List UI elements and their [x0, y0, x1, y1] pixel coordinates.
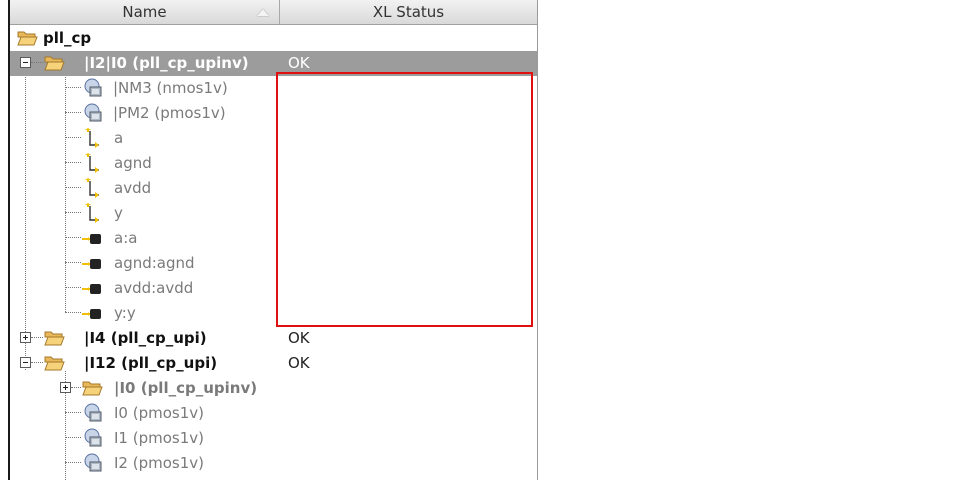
tree-connector [65, 237, 81, 238]
tree-connector [65, 412, 81, 413]
folder-open-icon [44, 331, 65, 346]
tree-connector [65, 87, 81, 88]
collapse-toggle-icon[interactable] [20, 357, 31, 368]
tree-connector [65, 212, 81, 213]
folder-open-icon [82, 381, 103, 396]
net-icon [82, 259, 101, 269]
instance-icon [84, 403, 102, 422]
folder-open-icon [17, 31, 38, 46]
xl-status-value: OK [288, 54, 310, 72]
instance-icon [84, 453, 102, 472]
tree-row-label: I0 (pmos1v) [114, 404, 204, 422]
column-header-bar: Name XL Status [10, 0, 537, 25]
tree-row-i4[interactable]: |I4 (pll_cp_upi) OK [10, 326, 537, 351]
tree-row-label: agnd:agnd [114, 254, 195, 272]
instance-icon [84, 78, 102, 97]
xl-status-value: OK [288, 329, 310, 347]
tree-row-label: agnd [114, 154, 152, 172]
collapse-toggle-icon[interactable] [20, 57, 31, 68]
name-column-label: Name [122, 3, 167, 21]
tree-row-label: |NM3 (nmos1v) [113, 79, 228, 97]
tree-row-label: |PM2 (pmos1v) [113, 104, 226, 122]
tree-row-label: avdd [114, 179, 152, 197]
tree-row-label: |I2|I0 (pll_cp_upinv) [84, 54, 249, 72]
tree-connector [31, 62, 43, 63]
tree-connector [31, 337, 43, 338]
xl-status-column-label: XL Status [372, 3, 445, 21]
tree-row-label: I2 (pmos1v) [114, 454, 204, 472]
tree-connector [65, 437, 81, 438]
tree-row-i0-pmos[interactable]: I0 (pmos1v) [10, 401, 537, 426]
net-icon [82, 234, 101, 244]
tree-row-label: |I4 (pll_cp_upi) [84, 329, 207, 347]
tree-connector [65, 162, 81, 163]
tree-connector [65, 287, 81, 288]
highlight-annotation-box [276, 72, 533, 327]
tree-row-label: pll_cp [43, 29, 92, 47]
tree-connector [65, 312, 81, 313]
tree-row-label: |I12 (pll_cp_upi) [84, 354, 218, 372]
xl-status-column-header[interactable]: XL Status [280, 0, 537, 24]
pin-icon [85, 128, 99, 148]
tree-connector [65, 187, 81, 188]
xl-status-value: OK [288, 354, 310, 372]
tree-row-label: a [114, 129, 124, 147]
tree-connector [65, 462, 81, 463]
tree-connector [65, 112, 81, 113]
tree-row-label: I1 (pmos1v) [114, 429, 204, 447]
sort-ascending-icon [257, 9, 269, 16]
net-icon [82, 309, 101, 319]
tree-row-label: a:a [114, 229, 138, 247]
tree-connector [71, 387, 81, 388]
tree-connector [65, 262, 81, 263]
pin-icon [85, 153, 99, 173]
name-column-header[interactable]: Name [10, 0, 280, 24]
tree-row-label: y:y [114, 304, 136, 322]
expand-toggle-icon[interactable] [60, 382, 71, 393]
instance-icon [84, 103, 102, 122]
tree-connector [65, 137, 81, 138]
tree-connector [31, 362, 43, 363]
tree-row-label: |I0 (pll_cp_upinv) [114, 379, 258, 397]
tree-row-i1-pmos[interactable]: I1 (pmos1v) [10, 426, 537, 451]
tree-row-label: avdd:avdd [114, 279, 194, 297]
tree-row-i2-pmos[interactable]: I2 (pmos1v) [10, 451, 537, 476]
net-icon [82, 284, 101, 294]
pin-icon [85, 178, 99, 198]
tree-row-label: y [114, 204, 123, 222]
pin-icon [85, 203, 99, 223]
instance-icon [84, 428, 102, 447]
tree-row-i12[interactable]: |I12 (pll_cp_upi) OK [10, 351, 537, 376]
tree-row-i12-i0[interactable]: |I0 (pll_cp_upinv) [10, 376, 537, 401]
expand-toggle-icon[interactable] [20, 332, 31, 343]
tree-row-pll-cp[interactable]: pll_cp [10, 26, 537, 51]
folder-open-icon [44, 356, 65, 371]
folder-open-icon [44, 56, 65, 71]
